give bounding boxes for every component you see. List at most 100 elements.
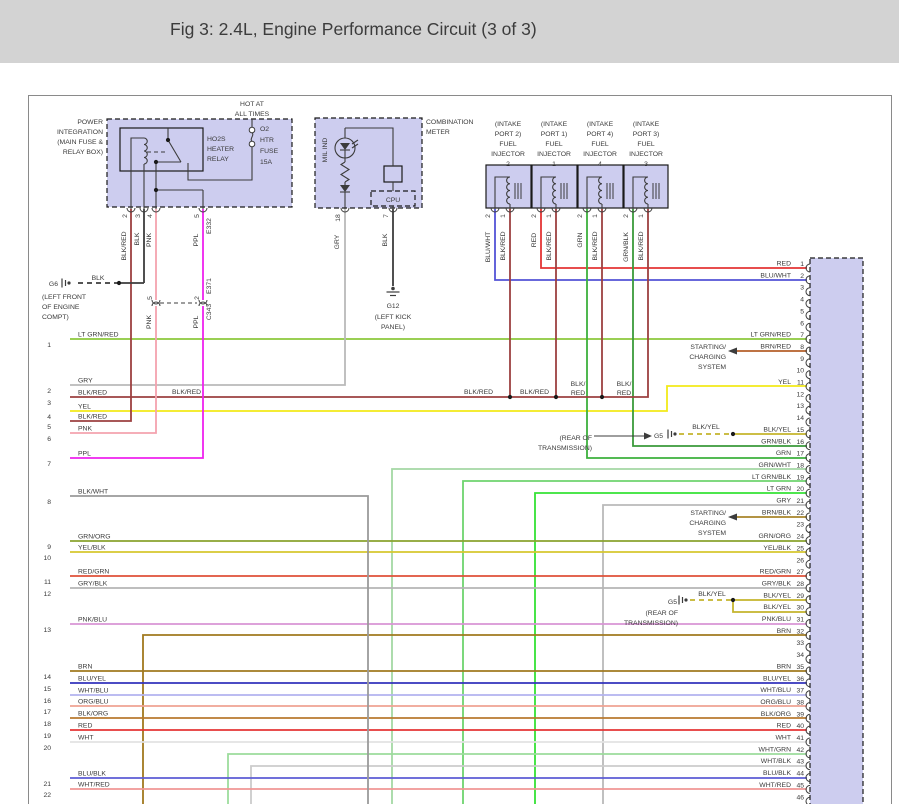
pin-wire-label: BRN: [777, 628, 791, 635]
diagram-label: CHARGING: [689, 520, 726, 527]
diagram-label: (MAIN FUSE &: [57, 139, 103, 146]
diagram-label: COMPT): [42, 314, 69, 321]
pin-number: 9: [800, 356, 804, 363]
left-row-number: 17: [43, 709, 51, 716]
pin-wire-label: LT GRN/RED: [750, 332, 791, 339]
pin-number: 33: [796, 640, 804, 647]
left-row-label: WHT/BLU: [78, 688, 109, 695]
diagram-label: PNK: [146, 233, 153, 247]
diagram-label: CPU: [386, 197, 400, 204]
diagram-label: PPL: [193, 315, 200, 328]
pin-number: 25: [796, 545, 804, 552]
pin-number: 20: [796, 486, 804, 493]
pin-number: 23: [796, 522, 804, 529]
wire-pin42-whtgrn: [228, 754, 807, 804]
ecm-connector: [810, 258, 863, 804]
diagram-label: RED: [531, 233, 538, 247]
pin-wire-label: GRY: [776, 498, 791, 505]
diagram-label: 3: [644, 161, 648, 168]
diagram-label: BLK/RED: [638, 231, 645, 260]
left-row-label: PNK: [78, 426, 92, 433]
fuel-injector-3-box: [624, 165, 668, 208]
pin-wire-label: GRY/BLK: [762, 580, 792, 587]
pin-number: 15: [796, 427, 804, 434]
remote-ground-icon: [67, 281, 70, 284]
pin-wire-label: BLU/YEL: [763, 675, 791, 682]
diagram-label: INJECTOR: [537, 151, 571, 158]
diagram-label: STARTING/: [690, 344, 726, 351]
left-row-number: 5: [47, 424, 51, 431]
pin-number: 14: [796, 415, 804, 422]
arrow-left-icon: [728, 348, 737, 355]
pin-number: 42: [796, 747, 804, 754]
diagram-label: BLK/RED: [592, 231, 599, 260]
left-row-label: RED/GRN: [78, 569, 109, 576]
pin-number: 8: [800, 344, 804, 351]
pin-wire-label: WHT/BLK: [761, 758, 792, 765]
junction-dot: [731, 598, 735, 602]
diagram-label: BLK/RED: [520, 389, 549, 396]
ground-icon-g12: [391, 287, 395, 291]
diagram-label: BLK/YEL: [692, 424, 720, 431]
left-row-number: 1: [47, 342, 51, 349]
left-row-number: 8: [47, 499, 51, 506]
diagram-label: HOT AT: [240, 101, 264, 108]
diagram-label: PANEL): [381, 324, 405, 331]
pin-wire-label: LT GRN: [767, 486, 791, 493]
diagram-label: 2: [506, 161, 510, 168]
left-row-number: 14: [43, 674, 51, 681]
pin-wire-label: ORG/BLU: [760, 699, 791, 706]
diagram-label: FUEL: [499, 141, 517, 148]
pin-number: 26: [796, 557, 804, 564]
pin-wire-label: GRN/BLK: [761, 438, 791, 445]
diagram-label: INJECTOR: [629, 151, 663, 158]
pin-number: 34: [796, 652, 804, 659]
pin-number: 43: [796, 759, 804, 766]
pin-wire-label: BLU/BLK: [763, 770, 791, 777]
pin-number: 4: [800, 297, 804, 304]
wire-row8-blkwht: [70, 496, 368, 804]
diagram-label: OF ENGINE: [42, 304, 80, 311]
diagram-label: (REAR OF: [560, 435, 592, 442]
diagram-label: FUEL: [545, 141, 563, 148]
diagram-label: BLK/RED: [172, 389, 201, 396]
diagram-label: BLK/RED: [546, 231, 553, 260]
diagram-label: E332: [206, 218, 213, 234]
diagram-label: (INTAKE: [541, 121, 568, 128]
diagram-label: G6: [49, 281, 58, 288]
left-row-number: 6: [47, 436, 51, 443]
diagram-label: PORT 2): [495, 131, 522, 138]
pin-wire-label: YEL: [778, 379, 791, 386]
diagram-label: (INTAKE: [633, 121, 660, 128]
pin-number: 13: [796, 403, 804, 410]
left-row-label: BLK/ORG: [78, 711, 108, 718]
diagram-label: 1: [500, 214, 507, 218]
diagram-label: PORT 4): [587, 131, 614, 138]
diagram-label: FUSE: [260, 148, 279, 155]
pin-number: 46: [796, 794, 804, 801]
diagram-label: BLK/RED: [121, 231, 128, 260]
pin-number: 18: [796, 462, 804, 469]
diagram-label: RED: [617, 390, 631, 397]
diagram-label: FUEL: [637, 141, 655, 148]
diagram-label: 4: [598, 161, 602, 168]
pin-number: 2: [800, 273, 804, 280]
diagram-label: BLK: [134, 232, 141, 245]
diagram-label: 1: [592, 214, 599, 218]
diagram-label: HEATER: [207, 146, 234, 153]
diagram-label: G5: [668, 599, 677, 606]
diagram-label: INJECTOR: [583, 151, 617, 158]
left-row-number: 2: [47, 388, 51, 395]
diagram-label: FUEL: [591, 141, 609, 148]
diagram-label: G12: [387, 303, 400, 310]
pin-wire-label: RED/GRN: [760, 569, 791, 576]
left-row-label: BLU/BLK: [78, 771, 106, 778]
diagram-label: PPL: [193, 233, 200, 246]
pin-number: 16: [796, 439, 804, 446]
diagram-label: 1: [552, 161, 556, 168]
diagram-label: INJECTOR: [491, 151, 525, 158]
pin-number: 28: [796, 581, 804, 588]
diagram-label: C343: [206, 304, 213, 320]
diagram-label: PNK: [146, 315, 153, 329]
pin-number: 36: [796, 676, 804, 683]
